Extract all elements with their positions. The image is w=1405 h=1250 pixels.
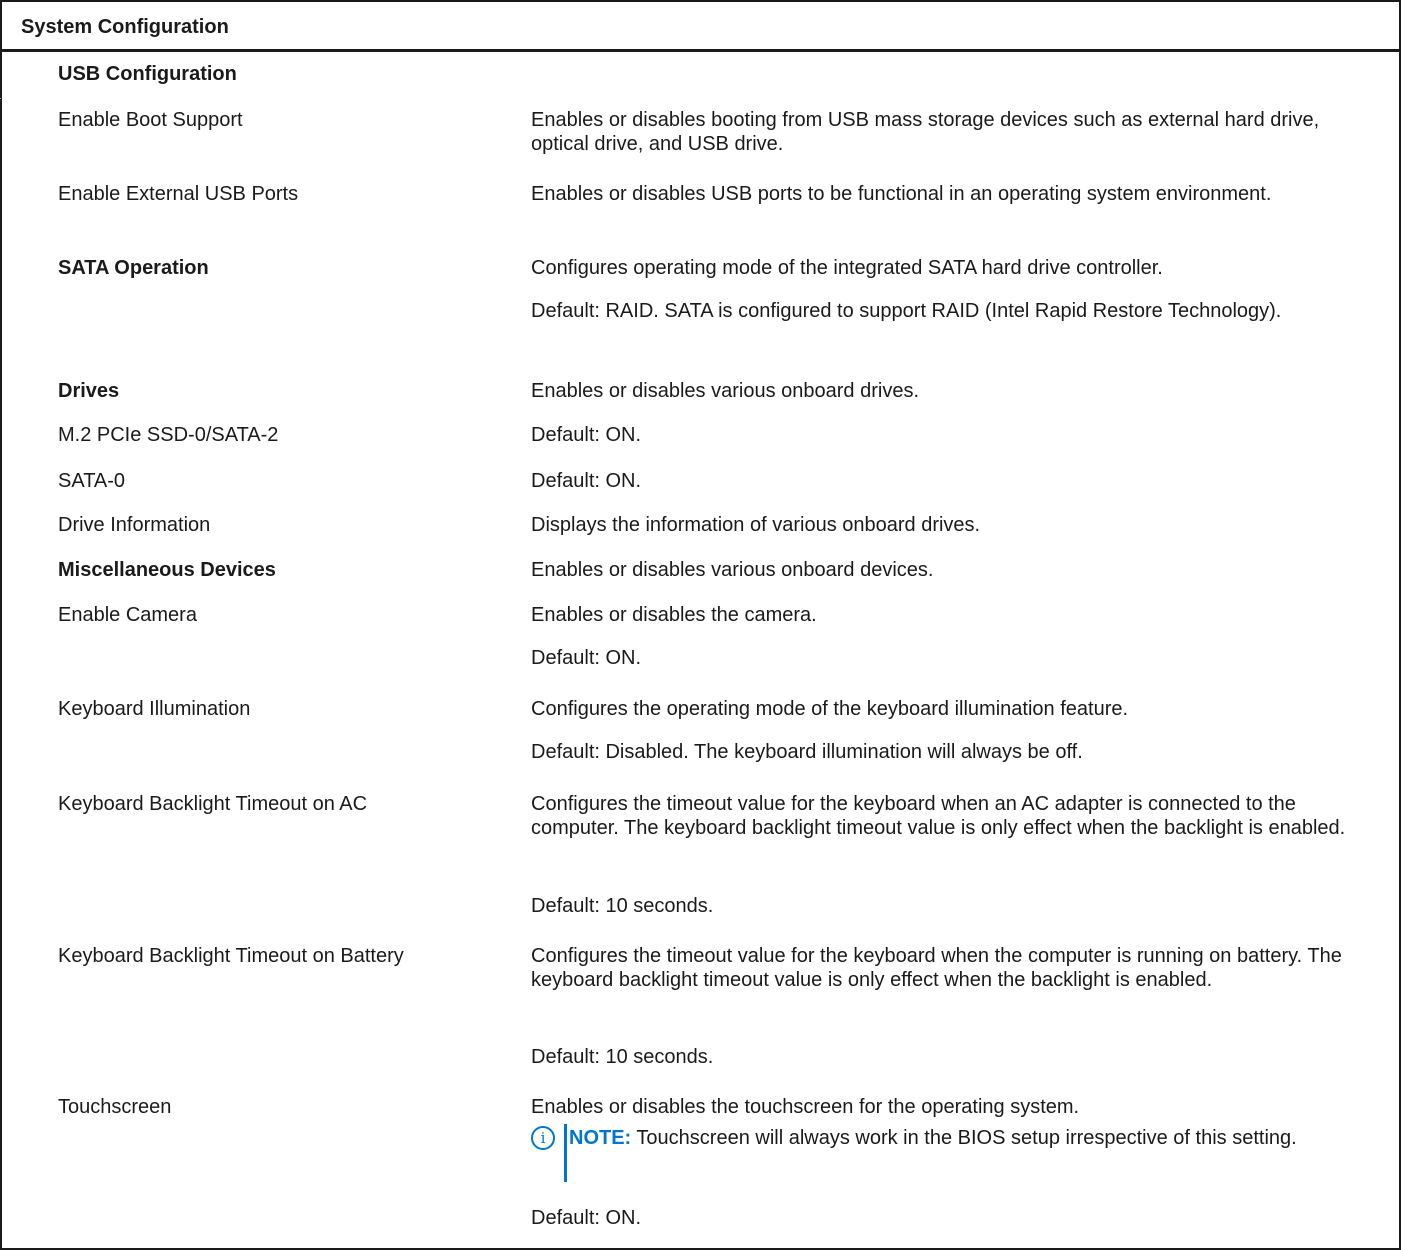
- note-text: Touchscreen will always work in the BIOS…: [636, 1127, 1297, 1149]
- desc-keyboard-illumination-default: Default: Disabled. The keyboard illumina…: [531, 741, 1083, 763]
- setting-touchscreen: Touchscreen: [58, 1096, 172, 1118]
- desc-keyboard-backlight-timeout-battery-default: Default: 10 seconds.: [531, 1046, 714, 1068]
- setting-drive-information: Drive Information: [58, 514, 211, 536]
- setting-enable-boot-support: Enable Boot Support: [58, 109, 243, 131]
- note-label: NOTE:: [569, 1127, 632, 1149]
- desc-sata-0: Default: ON.: [531, 470, 642, 492]
- setting-m2-pcie-ssd: M.2 PCIe SSD-0/SATA-2: [58, 424, 279, 446]
- desc-enable-camera-default: Default: ON.: [531, 647, 642, 669]
- desc-keyboard-backlight-timeout-ac: Configures the timeout value for the key…: [531, 793, 1346, 839]
- desc-enable-boot-support: Enables or disables booting from USB mas…: [531, 109, 1320, 155]
- setting-keyboard-backlight-timeout-battery: Keyboard Backlight Timeout on Battery: [58, 945, 404, 967]
- section-drives: Drives: [58, 380, 120, 402]
- desc-enable-external-usb-ports: Enables or disables USB ports to be func…: [531, 183, 1272, 205]
- desc-keyboard-backlight-timeout-battery: Configures the timeout value for the key…: [531, 945, 1342, 991]
- desc-keyboard-illumination: Configures the operating mode of the key…: [531, 698, 1129, 720]
- note-body: NOTE: Touchscreen will always work in th…: [569, 1122, 1389, 1155]
- desc-m2-pcie-ssd: Default: ON.: [531, 424, 642, 446]
- section-usb-configuration: USB Configuration: [58, 63, 237, 85]
- desc-enable-camera: Enables or disables the camera.: [531, 604, 817, 626]
- note-divider: [564, 1124, 567, 1182]
- table-title: System Configuration: [0, 0, 1401, 52]
- setting-enable-camera: Enable Camera: [58, 604, 197, 626]
- section-sata-operation: SATA Operation: [58, 257, 209, 279]
- desc-sata-operation: Configures operating mode of the integra…: [531, 257, 1163, 279]
- setting-keyboard-illumination: Keyboard Illumination: [58, 698, 251, 720]
- desc-keyboard-backlight-timeout-ac-default: Default: 10 seconds.: [531, 895, 714, 917]
- setting-enable-external-usb-ports: Enable External USB Ports: [58, 183, 299, 205]
- desc-touchscreen-default: Default: ON.: [531, 1207, 642, 1229]
- desc-drive-information: Displays the information of various onbo…: [531, 514, 981, 536]
- desc-sata-operation-default: Default: RAID. SATA is configured to sup…: [531, 300, 1282, 322]
- desc-miscellaneous-devices: Enables or disables various onboard devi…: [531, 559, 934, 581]
- desc-drives: Enables or disables various onboard driv…: [531, 380, 919, 402]
- info-icon: i: [531, 1126, 555, 1150]
- section-miscellaneous-devices: Miscellaneous Devices: [58, 559, 276, 581]
- setting-sata-0: SATA-0: [58, 470, 126, 492]
- setting-keyboard-backlight-timeout-ac: Keyboard Backlight Timeout on AC: [58, 793, 368, 815]
- desc-touchscreen: Enables or disables the touchscreen for …: [531, 1096, 1080, 1118]
